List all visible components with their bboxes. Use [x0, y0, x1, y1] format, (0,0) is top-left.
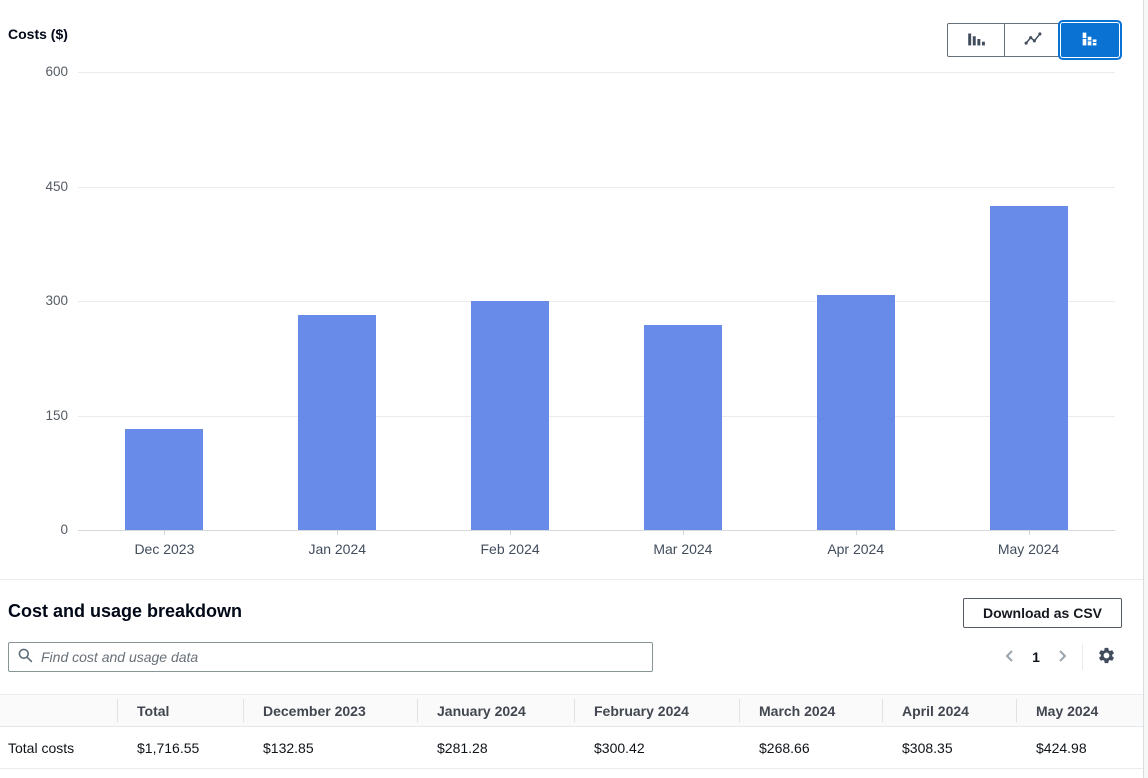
- bar-slot: May 2024: [942, 72, 1115, 530]
- cost-bar[interactable]: [125, 429, 203, 530]
- bar-slot: Apr 2024: [769, 72, 942, 530]
- x-axis-label: May 2024: [942, 541, 1115, 557]
- gear-icon: [1097, 646, 1116, 668]
- scrollbar-track[interactable]: [1143, 0, 1148, 778]
- cost-cell: $300.42: [574, 727, 739, 769]
- cost-cell: $424.98: [1016, 727, 1143, 769]
- y-axis: 6004503001500: [0, 72, 68, 530]
- next-page-button[interactable]: [1049, 644, 1075, 670]
- column-header: April 2024: [882, 695, 1016, 727]
- bar-slot: Jan 2024: [251, 72, 424, 530]
- chevron-right-icon: [1054, 648, 1070, 667]
- cost-bar[interactable]: [817, 295, 895, 530]
- breakdown-table: TotalDecember 2023January 2024February 2…: [0, 694, 1143, 769]
- x-axis-tick: [856, 530, 857, 535]
- breakdown-title: Cost and usage breakdown: [8, 601, 242, 622]
- cost-cell: $308.35: [882, 727, 1016, 769]
- cost-cell: $268.66: [739, 727, 882, 769]
- column-header: May 2024: [1016, 695, 1143, 727]
- chart-plot-area: Dec 2023Jan 2024Feb 2024Mar 2024Apr 2024…: [78, 72, 1115, 530]
- y-axis-label: 300: [45, 293, 68, 309]
- cost-bar[interactable]: [644, 325, 722, 530]
- x-axis-label: Apr 2024: [769, 541, 942, 557]
- x-axis-tick: [683, 530, 684, 535]
- x-axis-tick: [164, 530, 165, 535]
- bar-slot: Feb 2024: [424, 72, 597, 530]
- x-axis-label: Jan 2024: [251, 541, 424, 557]
- search-box: [8, 642, 653, 672]
- current-page[interactable]: 1: [1023, 649, 1049, 665]
- chart-title: Costs ($): [8, 26, 68, 42]
- search-icon: [17, 647, 41, 668]
- column-header: March 2024: [739, 695, 882, 727]
- pagination-divider: [1082, 644, 1083, 670]
- column-header: December 2023: [243, 695, 417, 727]
- chevron-left-icon: [1002, 648, 1018, 667]
- prev-page-button[interactable]: [997, 644, 1023, 670]
- chart-type-toggle: [947, 23, 1119, 57]
- x-axis-label: Mar 2024: [596, 541, 769, 557]
- download-csv-button[interactable]: Download as CSV: [963, 598, 1122, 628]
- cost-explorer-page: Costs ($): [0, 0, 1148, 778]
- y-axis-label: 600: [45, 64, 68, 80]
- column-header: [0, 695, 117, 727]
- stacked-bar-chart-icon: [1079, 28, 1101, 53]
- search-input[interactable]: [41, 649, 644, 665]
- column-header: January 2024: [417, 695, 574, 727]
- y-axis-label: 150: [45, 408, 68, 424]
- cost-bar[interactable]: [471, 301, 549, 530]
- x-axis-tick: [337, 530, 338, 535]
- table-settings-button[interactable]: [1092, 643, 1120, 671]
- bar-slot: Mar 2024: [596, 72, 769, 530]
- x-axis-line: [78, 530, 1115, 531]
- cost-cell: $1,716.55: [117, 727, 243, 769]
- y-axis-label: 0: [60, 522, 68, 538]
- column-header: February 2024: [574, 695, 739, 727]
- bar-chart-button[interactable]: [947, 23, 1005, 57]
- x-axis-tick: [510, 530, 511, 535]
- line-chart-button[interactable]: [1004, 23, 1062, 57]
- bar-chart-icon: [965, 28, 987, 53]
- cost-bar[interactable]: [298, 315, 376, 530]
- x-axis-tick: [1029, 530, 1030, 535]
- bar-slot: Dec 2023: [78, 72, 251, 530]
- costs-chart-section: Costs ($): [0, 0, 1143, 580]
- x-axis-label: Feb 2024: [424, 541, 597, 557]
- table-row: Total costs$1,716.55$132.85$281.28$300.4…: [0, 727, 1143, 769]
- cost-bar[interactable]: [990, 206, 1068, 530]
- cost-cell: $132.85: [243, 727, 417, 769]
- column-header: Total: [117, 695, 243, 727]
- cost-cell: $281.28: [417, 727, 574, 769]
- pagination: 1: [997, 643, 1120, 671]
- stacked-bar-chart-button[interactable]: [1061, 23, 1119, 57]
- line-chart-icon: [1022, 28, 1044, 53]
- bar-series: Dec 2023Jan 2024Feb 2024Mar 2024Apr 2024…: [78, 72, 1115, 530]
- y-axis-label: 450: [45, 179, 68, 195]
- x-axis-label: Dec 2023: [78, 541, 251, 557]
- table-header-row: TotalDecember 2023January 2024February 2…: [0, 695, 1143, 727]
- row-label: Total costs: [0, 727, 117, 769]
